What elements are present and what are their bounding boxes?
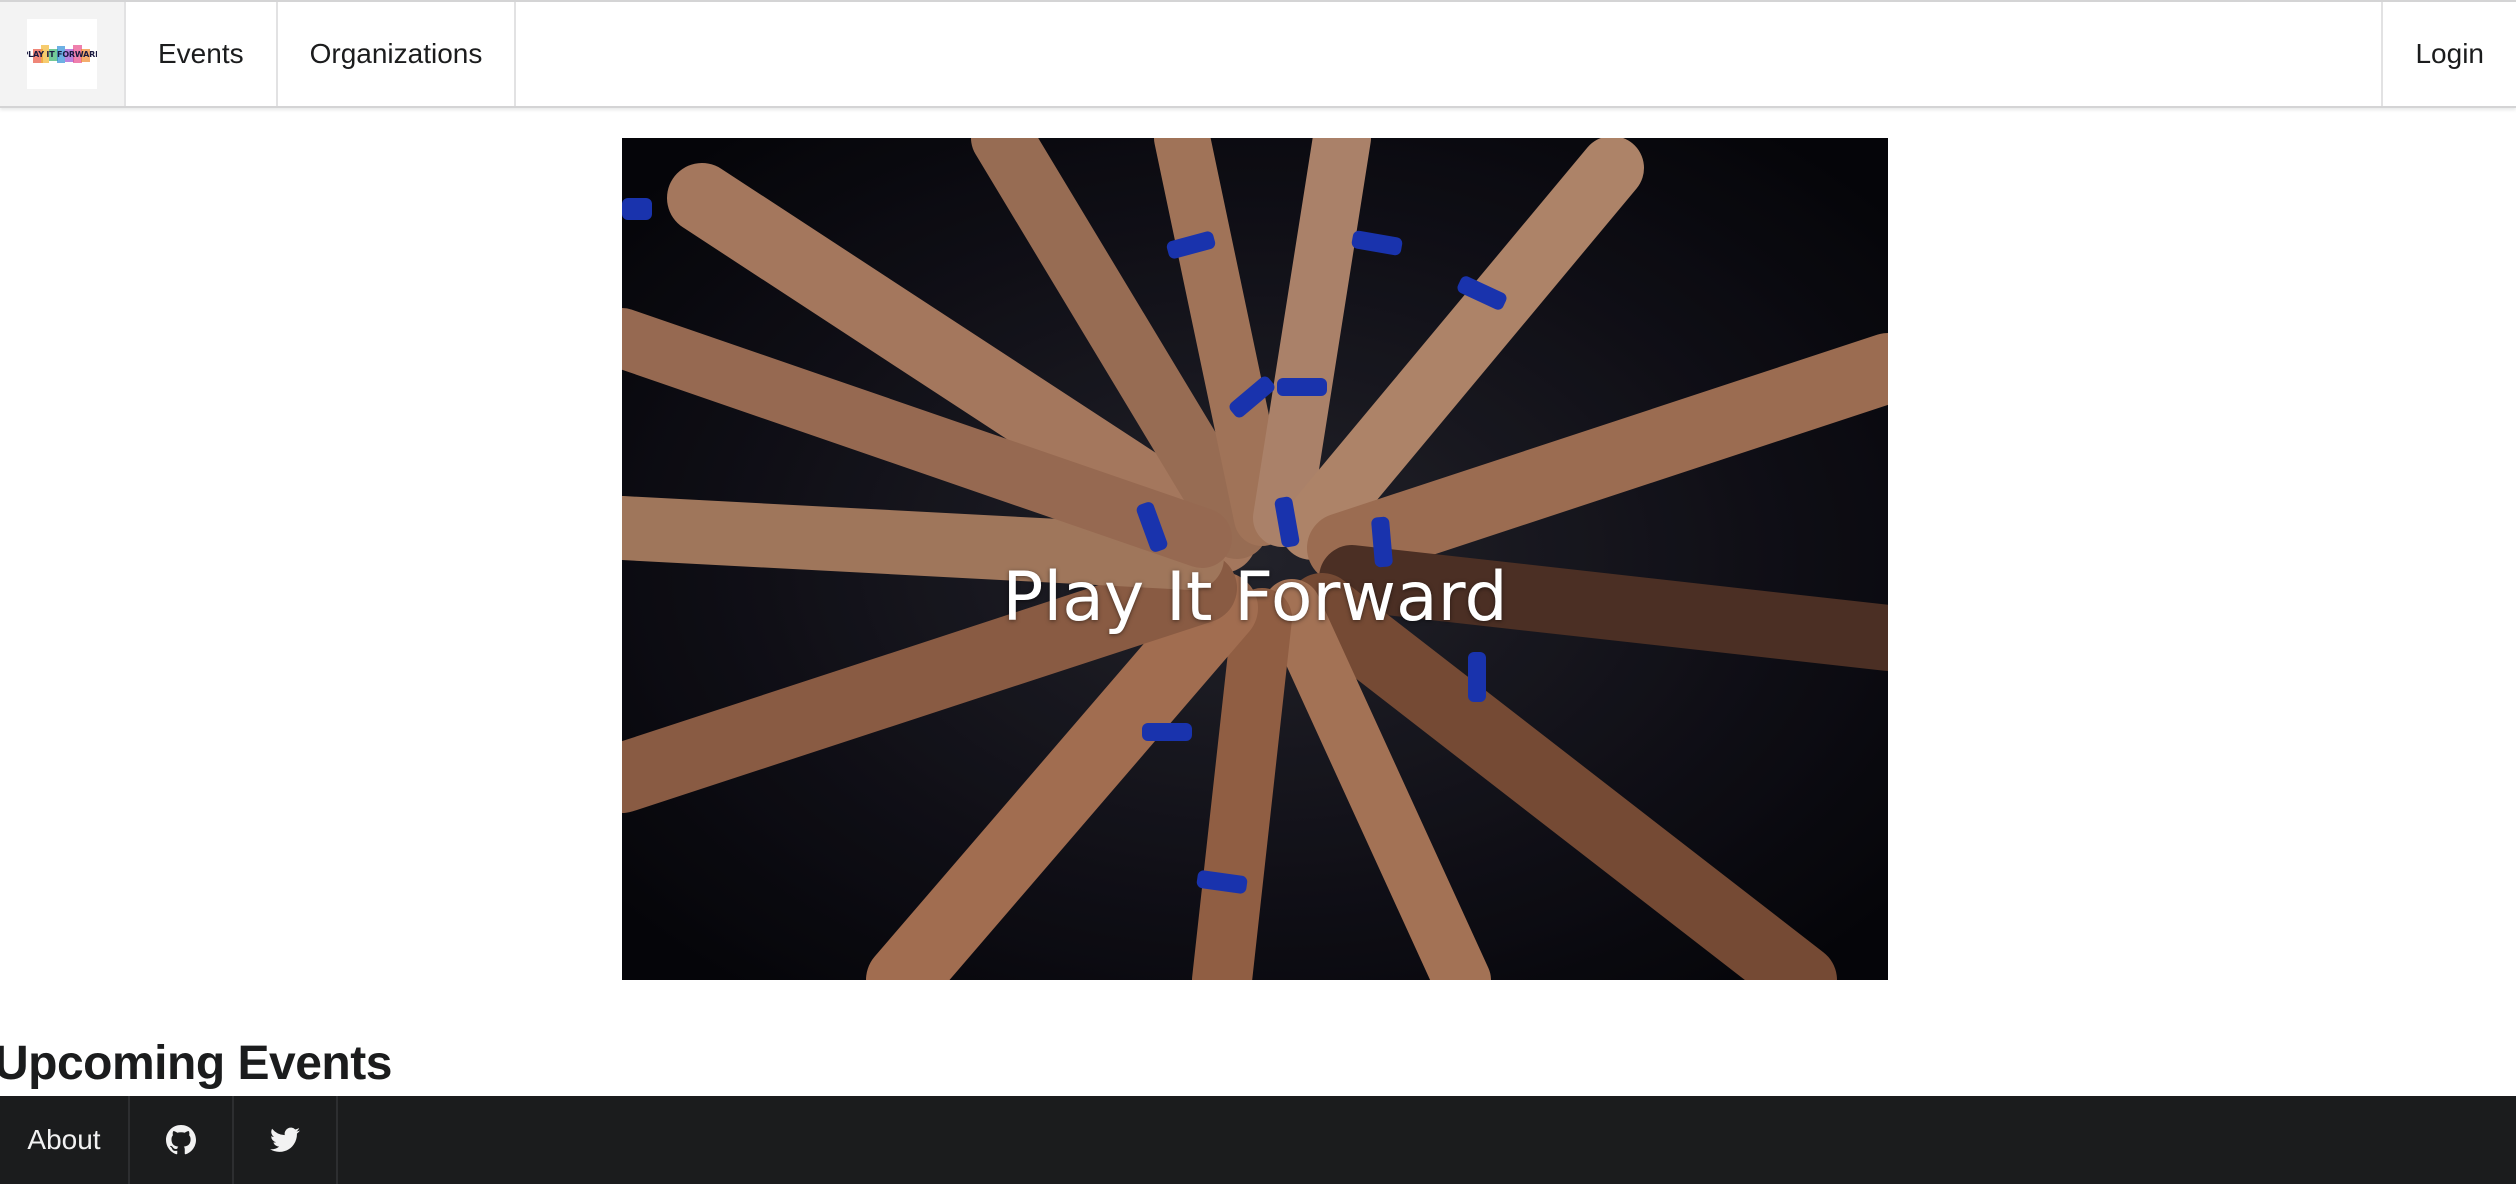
github-icon — [166, 1125, 196, 1155]
login-button[interactable]: Login — [2381, 2, 2516, 106]
nav-item-organizations[interactable]: Organizations — [278, 2, 517, 106]
hero-banner: Play It Forward — [622, 138, 1888, 980]
upcoming-events-heading: Upcoming Events — [0, 1037, 392, 1090]
play-it-forward-logo: PLAY IT FORWARD — [27, 19, 97, 89]
footer: About — [0, 1096, 2516, 1184]
top-navigation: PLAY IT FORWARD Events Organizations Log… — [0, 0, 2516, 108]
twitter-link[interactable] — [234, 1096, 338, 1184]
github-link[interactable] — [130, 1096, 234, 1184]
hero-title: Play It Forward — [1002, 558, 1508, 637]
logo-text: PLAY IT FORWARD — [27, 49, 97, 59]
footer-about-link[interactable]: About — [0, 1096, 130, 1184]
nav-item-events[interactable]: Events — [126, 2, 278, 106]
logo-link[interactable]: PLAY IT FORWARD — [0, 2, 126, 106]
twitter-icon — [270, 1127, 300, 1152]
